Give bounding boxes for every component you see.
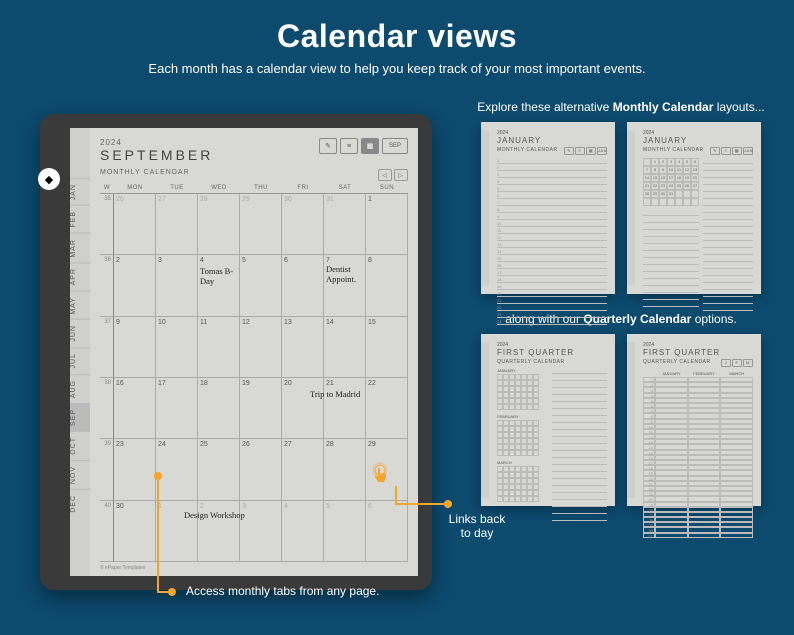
month-tab-may[interactable]: MAY bbox=[70, 291, 90, 320]
calendar-cell[interactable]: 16 bbox=[114, 378, 156, 439]
month-tab-jun[interactable]: JUN bbox=[70, 319, 90, 347]
page-title: Calendar views bbox=[0, 0, 794, 55]
calendar-cell[interactable]: 27 bbox=[156, 194, 198, 255]
callout-line bbox=[395, 486, 397, 504]
week-number: 37 bbox=[100, 317, 114, 378]
calendar-cell[interactable]: 23 bbox=[114, 439, 156, 500]
calendar-cell[interactable]: 17 bbox=[156, 378, 198, 439]
month-tab-mar[interactable]: MAR bbox=[70, 233, 90, 263]
calendar-cell[interactable]: 28 bbox=[324, 439, 366, 500]
calendar-cell[interactable]: 31 bbox=[324, 194, 366, 255]
calendar-cell[interactable]: 5 bbox=[240, 255, 282, 316]
week-number: 36 bbox=[100, 255, 114, 316]
callout-line bbox=[157, 478, 159, 592]
month-tab-apr[interactable]: APR bbox=[70, 262, 90, 290]
month-tab-oct[interactable]: OCT bbox=[70, 431, 90, 460]
calendar-cell[interactable]: 11 bbox=[198, 317, 240, 378]
week-number: 35 bbox=[100, 194, 114, 255]
callout-tabs: Access monthly tabs from any page. bbox=[186, 584, 379, 598]
day-header: FRI bbox=[282, 185, 324, 191]
calendar-cell[interactable]: 27 bbox=[282, 439, 324, 500]
calendar-cell[interactable]: 4Tomas B-Day bbox=[198, 255, 240, 316]
quarterly-layout-2[interactable]: 2024 FIRST QUARTER QUARTERLY CALENDARJFM… bbox=[627, 334, 761, 506]
calendar-cell[interactable]: 26 bbox=[240, 439, 282, 500]
monthly-layouts-text: Explore these alternative Monthly Calend… bbox=[476, 100, 766, 114]
calendar-cell[interactable]: 29 bbox=[240, 194, 282, 255]
calendar-year: 2024 bbox=[100, 138, 213, 147]
day-header: MON bbox=[114, 185, 156, 191]
edit-icon[interactable]: ✎ bbox=[319, 138, 337, 154]
calendar-cell[interactable]: 9 bbox=[114, 317, 156, 378]
grid-icon[interactable]: ▦ bbox=[361, 138, 379, 154]
callout-dot bbox=[444, 500, 452, 508]
month-tab-feb[interactable]: FEB bbox=[70, 205, 90, 233]
day-header: THU bbox=[240, 185, 282, 191]
month-tabs: JANFEBMARAPRMAYJUNJULAUGSEPOCTNOVDEC bbox=[70, 128, 90, 576]
calendar-cell[interactable]: 22 bbox=[366, 378, 408, 439]
calendar-cell[interactable]: 10 bbox=[156, 317, 198, 378]
month-tab-nov[interactable]: NOV bbox=[70, 460, 90, 489]
next-month[interactable]: ▷ bbox=[394, 169, 408, 181]
monthly-layout-2[interactable]: 2024 JANUARY MONTHLY CALENDAR✎≡▦JAN 1234… bbox=[627, 122, 761, 294]
touch-icon bbox=[370, 462, 394, 486]
calendar-cell[interactable]: 5 bbox=[324, 501, 366, 562]
calendar-cell[interactable]: 3 bbox=[240, 501, 282, 562]
calendar-cell[interactable]: 7Dentist Appoint. bbox=[324, 255, 366, 316]
callout-dot bbox=[168, 588, 176, 596]
day-header: TUE bbox=[156, 185, 198, 191]
calendar-cell[interactable]: 1 bbox=[366, 194, 408, 255]
calendar-cell[interactable]: 30 bbox=[114, 501, 156, 562]
calendar-cell[interactable]: 2Design Workshop bbox=[198, 501, 240, 562]
calendar-cell[interactable]: 3 bbox=[156, 255, 198, 316]
calendar-cell[interactable]: 8 bbox=[366, 255, 408, 316]
calendar-cell[interactable]: 24 bbox=[156, 439, 198, 500]
calendar-cell[interactable]: 13 bbox=[282, 317, 324, 378]
calendar-cell[interactable]: 26 bbox=[114, 194, 156, 255]
tablet-screen: JANFEBMARAPRMAYJUNJULAUGSEPOCTNOVDEC 202… bbox=[70, 128, 418, 576]
month-tab-jul[interactable]: JUL bbox=[70, 347, 90, 373]
calendar-month: SEPTEMBER bbox=[100, 147, 213, 163]
calendar-cell[interactable]: 14 bbox=[324, 317, 366, 378]
page-subtitle: Each month has a calendar view to help y… bbox=[0, 55, 794, 76]
day-header: SAT bbox=[324, 185, 366, 191]
calendar-cell[interactable]: 21Trip to Madrid bbox=[324, 378, 366, 439]
day-header: SUN bbox=[366, 185, 408, 191]
week-number: 40 bbox=[100, 501, 114, 562]
prev-month[interactable]: ◁ bbox=[378, 169, 392, 181]
calendar-cell[interactable]: 25 bbox=[198, 439, 240, 500]
calendar-cell[interactable]: 2 bbox=[114, 255, 156, 316]
week-number: 39 bbox=[100, 439, 114, 500]
monthly-layout-1[interactable]: 2024 JANUARY MONTHLY CALENDAR✎≡▦JAN 1234… bbox=[481, 122, 615, 294]
calendar-cell[interactable]: 4 bbox=[282, 501, 324, 562]
calendar-cell[interactable]: 6 bbox=[366, 501, 408, 562]
day-header: WED bbox=[198, 185, 240, 191]
month-tab-sep[interactable]: SEP bbox=[70, 403, 90, 431]
calendar-cell[interactable]: 12 bbox=[240, 317, 282, 378]
callout-line bbox=[395, 503, 445, 505]
month-tab-aug[interactable]: AUG bbox=[70, 374, 90, 403]
day-header: W bbox=[100, 185, 114, 191]
copyright: © ePaper Templates bbox=[100, 562, 408, 571]
calendar-cell[interactable]: 6 bbox=[282, 255, 324, 316]
week-number: 38 bbox=[100, 378, 114, 439]
month-tab-jan[interactable]: JAN bbox=[70, 178, 90, 205]
calendar-cell[interactable]: 19 bbox=[240, 378, 282, 439]
home-button[interactable]: ◆ bbox=[38, 168, 60, 190]
calendar-cell[interactable]: 18 bbox=[198, 378, 240, 439]
list-icon[interactable]: ≡ bbox=[340, 138, 358, 154]
calendar-cell[interactable]: 30 bbox=[282, 194, 324, 255]
calendar-cell[interactable]: 20 bbox=[282, 378, 324, 439]
calendar-cell[interactable]: 15 bbox=[366, 317, 408, 378]
calendar-cell[interactable]: 28 bbox=[198, 194, 240, 255]
section-label: MONTHLY CALENDAR bbox=[100, 169, 190, 181]
month-selector[interactable]: SEP bbox=[382, 138, 408, 154]
month-tab-dec[interactable]: DEC bbox=[70, 489, 90, 518]
quarterly-layout-1[interactable]: 2024 FIRST QUARTER QUARTERLY CALENDAR JA… bbox=[481, 334, 615, 506]
tablet-frame: ◆ JANFEBMARAPRMAYJUNJULAUGSEPOCTNOVDEC 2… bbox=[40, 114, 432, 590]
